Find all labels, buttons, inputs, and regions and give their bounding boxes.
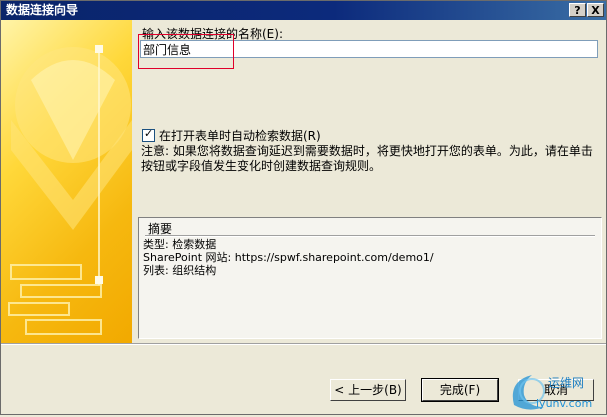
title-bar[interactable]: 数据连接向导 ? X — [1, 1, 606, 20]
watermark-line1: 运维网 — [548, 376, 584, 390]
note-text: 注意: 如果您将数据查询延迟到需要数据时，将更快地打开您的表单。为此，请在单击按… — [141, 144, 593, 173]
wizard-content: 输入该数据连接的名称(E): 在打开表单时自动检索数据(R) 注意: 如果您将数… — [132, 20, 606, 343]
summary-lines: 类型: 检索数据 SharePoint 网站: https://spwf.sha… — [143, 238, 434, 277]
summary-divider — [145, 235, 595, 237]
summary-type: 类型: 检索数据 — [143, 238, 217, 251]
watermark-logo: 运维网 iyunv.com — [506, 369, 606, 414]
watermark-swirl-icon: 运维网 iyunv.com — [512, 375, 592, 410]
connection-name-input[interactable] — [140, 40, 598, 58]
summary-site: SharePoint 网站: https://spwf.sharepoint.c… — [143, 251, 434, 264]
summary-list: 列表: 组织结构 — [143, 264, 217, 277]
decorative-graphic-icon — [8, 45, 132, 335]
wizard-sidebar-graphic — [1, 20, 132, 343]
auto-retrieve-checkbox[interactable] — [142, 127, 155, 142]
window-title: 数据连接向导 — [6, 3, 79, 17]
footer-divider — [1, 343, 606, 345]
wizard-window: 数据连接向导 ? X 输入该数据连接的名称(E): 在打开表单时自动检索数据(R… — [0, 0, 607, 415]
finish-button[interactable]: 完成(F) — [421, 378, 499, 402]
summary-panel: 摘要 类型: 检索数据 SharePoint 网站: https://spwf.… — [138, 217, 602, 339]
back-button[interactable]: < 上一步(B) — [330, 379, 406, 401]
watermark-line2: iyunv.com — [536, 397, 592, 410]
help-button[interactable]: ? — [569, 3, 586, 17]
close-button[interactable]: X — [587, 3, 604, 17]
auto-retrieve-label: 在打开表单时自动检索数据(R) — [159, 129, 321, 143]
auto-retrieve-checkbox-row[interactable]: 在打开表单时自动检索数据(R) — [142, 127, 321, 144]
